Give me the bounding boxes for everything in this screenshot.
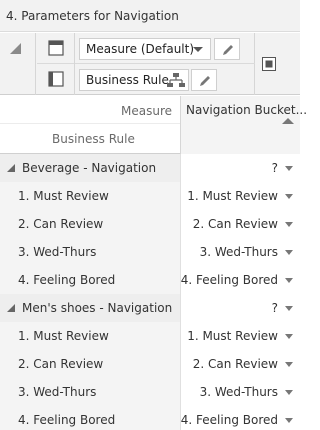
row-label-cell: 1. Must Review — [0, 322, 180, 350]
row-label-cell: 3. Wed-Thurs — [0, 238, 180, 266]
group-value: ? — [271, 161, 278, 175]
navigation-bucket-cell[interactable]: 2. Can Review — [180, 210, 300, 238]
group-label: Beverage - Navigation — [22, 161, 157, 175]
business-rule-selector-label: Business Rule — [86, 73, 169, 87]
chevron-down-icon[interactable] — [285, 278, 293, 283]
navigation-bucket-value: 3. Wed-Thurs — [199, 245, 278, 259]
navigation-bucket-value: 2. Can Review — [192, 217, 278, 231]
collapse-toggle-icon[interactable] — [7, 164, 15, 172]
edit-business-rule-button[interactable] — [191, 69, 217, 91]
window-title: 4. Parameters for Navigation — [6, 9, 179, 23]
hierarchy-icon[interactable] — [164, 70, 188, 90]
grid-body: Beverage - Navigation? 1. Must Review 1. M… — [0, 154, 300, 430]
measure-selector[interactable]: Measure (Default) — [79, 38, 211, 60]
navigation-bucket-cell[interactable]: 3. Wed-Thurs — [180, 378, 300, 406]
row-label: 4. Feeling Bored — [18, 273, 116, 287]
grid-header: Measure Business Rule Navigation Bucket.… — [0, 96, 307, 154]
navigation-bucket-cell[interactable]: 2. Can Review — [180, 350, 300, 378]
title-bar: 4. Parameters for Navigation — [0, 0, 300, 32]
table-row: 4. Feeling Bored 4. Feeling Bored — [0, 266, 300, 294]
table-row: 2. Can Review 2. Can Review — [0, 350, 300, 378]
corner-select[interactable] — [0, 33, 36, 95]
edit-measure-button[interactable] — [214, 38, 240, 60]
table-row: 2. Can Review 2. Can Review — [0, 210, 300, 238]
row-label: 3. Wed-Thurs — [18, 245, 97, 259]
row-layout-icon[interactable] — [48, 71, 64, 87]
chevron-down-icon[interactable] — [285, 222, 293, 227]
group-row[interactable]: Beverage - Navigation? — [0, 154, 300, 182]
corner-triangle-icon — [10, 43, 21, 54]
table-row: 3. Wed-Thurs 3. Wed-Thurs — [0, 238, 300, 266]
row-label: 2. Can Review — [18, 357, 104, 371]
navigation-bucket-value: 1. Must Review — [187, 329, 278, 343]
column-header-navigation-bucket[interactable]: Navigation Bucket... — [180, 96, 307, 154]
group-value-cell[interactable]: ? — [180, 294, 300, 322]
chevron-down-icon[interactable] — [285, 250, 293, 255]
measure-header-label: Measure — [121, 104, 172, 118]
column-layout-icon[interactable] — [48, 40, 64, 56]
column-header-label: Navigation Bucket... — [186, 103, 308, 117]
table-row: 1. Must Review 1. Must Review — [0, 182, 300, 210]
chevron-down-icon[interactable] — [285, 390, 293, 395]
chevron-down-icon[interactable] — [285, 306, 293, 311]
row-label: 3. Wed-Thurs — [18, 385, 97, 399]
sort-ascending-icon[interactable] — [282, 118, 294, 124]
group-value-cell[interactable]: ? — [180, 154, 300, 182]
rule-dimension-row: Business Rule — [37, 64, 255, 95]
group-label-cell: Beverage - Navigation — [0, 154, 180, 182]
chevron-down-icon[interactable] — [285, 194, 293, 199]
collapse-toggle-icon[interactable] — [7, 304, 15, 312]
navigation-bucket-value: 4. Feeling Bored — [180, 273, 278, 287]
chevron-down-icon[interactable] — [285, 334, 293, 339]
row-label-cell: 4. Feeling Bored — [0, 406, 180, 430]
navigation-bucket-cell[interactable]: 3. Wed-Thurs — [180, 238, 300, 266]
row-label-cell: 2. Can Review — [0, 350, 180, 378]
measure-selector-label: Measure (Default) — [86, 42, 195, 56]
group-label: Men's shoes - Navigation — [22, 301, 173, 315]
pivot-toolbar: Measure (Default) Business Rule — [0, 33, 300, 95]
business-rule-header-label: Business Rule — [52, 132, 135, 146]
table-row: 3. Wed-Thurs 3. Wed-Thurs — [0, 378, 300, 406]
row-label: 2. Can Review — [18, 217, 104, 231]
table-row: 4. Feeling Bored 4. Feeling Bored — [0, 406, 300, 430]
measure-dimension-row: Measure (Default) — [37, 33, 255, 64]
row-label-cell: 1. Must Review — [0, 182, 180, 210]
group-row[interactable]: Men's shoes - Navigation? — [0, 294, 300, 322]
filter-panel-icon[interactable] — [262, 57, 276, 71]
navigation-bucket-value: 3. Wed-Thurs — [199, 385, 278, 399]
chevron-down-icon[interactable] — [285, 362, 293, 367]
group-value: ? — [271, 301, 278, 315]
row-label-cell: 3. Wed-Thurs — [0, 378, 180, 406]
row-label-cell: 2. Can Review — [0, 210, 180, 238]
pencil-icon — [200, 76, 210, 86]
group-label-cell: Men's shoes - Navigation — [0, 294, 180, 322]
row-label-cell: 4. Feeling Bored — [0, 266, 180, 294]
chevron-down-icon[interactable] — [285, 418, 293, 423]
navigation-bucket-value: 2. Can Review — [192, 357, 278, 371]
business-rule-selector[interactable]: Business Rule — [79, 69, 189, 91]
pencil-icon — [223, 45, 233, 55]
table-row: 1. Must Review 1. Must Review — [0, 322, 300, 350]
row-label: 4. Feeling Bored — [18, 413, 116, 427]
navigation-bucket-cell[interactable]: 4. Feeling Bored — [180, 266, 300, 294]
navigation-bucket-cell[interactable]: 1. Must Review — [180, 322, 300, 350]
chevron-down-icon[interactable] — [285, 166, 293, 171]
navigation-bucket-cell[interactable]: 4. Feeling Bored — [180, 406, 300, 430]
chevron-down-icon[interactable] — [186, 39, 210, 59]
navigation-bucket-cell[interactable]: 1. Must Review — [180, 182, 300, 210]
row-label: 1. Must Review — [18, 329, 109, 343]
row-label: 1. Must Review — [18, 189, 109, 203]
navigation-bucket-value: 4. Feeling Bored — [180, 413, 278, 427]
pivot-grid: Measure Business Rule Navigation Bucket.… — [0, 96, 307, 430]
filter-area — [256, 33, 300, 95]
navigation-bucket-value: 1. Must Review — [187, 189, 278, 203]
dimension-area: Measure (Default) Business Rule — [37, 33, 255, 95]
